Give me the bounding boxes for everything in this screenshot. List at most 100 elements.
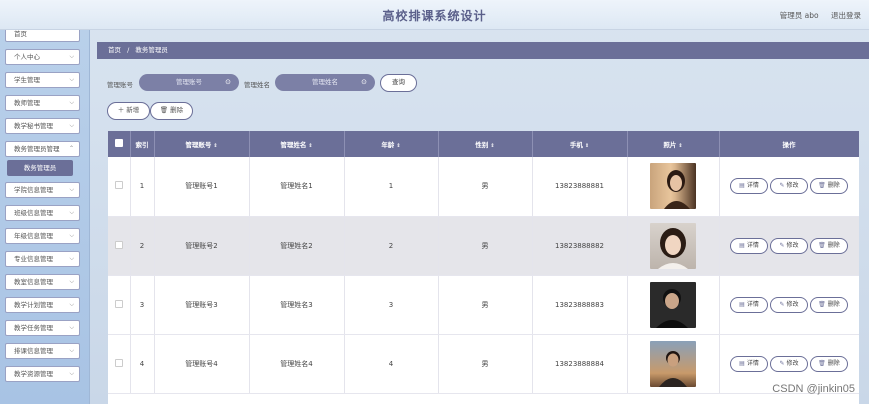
sidebar-item-grade[interactable]: 年级信息管理 ⌵ — [5, 228, 80, 244]
admin-photo — [650, 281, 696, 328]
header-photo[interactable]: 照片 ⇕ — [627, 131, 720, 157]
sidebar-subitem-admin[interactable]: 教务管理员 — [7, 160, 73, 176]
cell-photo — [627, 157, 720, 217]
detail-icon: ▤ — [739, 359, 745, 367]
header-index: 索引 — [130, 131, 155, 157]
table-row: 2 管理账号2 管理姓名2 2 男 13823888882 ▤ 详情 ✎ 修改 🗑 删除 — [108, 216, 859, 276]
edit-button[interactable]: ✎ 修改 — [770, 178, 808, 195]
plus-icon: ＋ — [117, 106, 127, 114]
sidebar-item-admins[interactable]: 教务管理员管理 ⌃ — [5, 141, 80, 157]
row-checkbox[interactable] — [114, 358, 123, 367]
cell-gender: 男 — [438, 157, 533, 217]
sidebar-item-label: 教学秘书管理 — [14, 122, 53, 130]
sidebar-item-label: 学生管理 — [14, 76, 40, 84]
delete-button[interactable]: 🗑 删除 — [810, 237, 848, 254]
query-button[interactable]: 查询 — [380, 74, 417, 92]
header-name[interactable]: 管理姓名 ⇕ — [249, 131, 345, 157]
chevron-down-icon: ⌵ — [69, 53, 74, 60]
sidebar-item-plan[interactable]: 教学计划管理 ⌵ — [5, 297, 80, 313]
detail-label: 详情 — [746, 182, 759, 190]
delete-button[interactable]: 🗑 删除 — [810, 355, 848, 372]
pencil-icon: ✎ — [779, 241, 785, 249]
delete-label: 删除 — [827, 359, 840, 367]
edit-label: 修改 — [786, 182, 799, 190]
header-age[interactable]: 年龄 ⇕ — [344, 131, 439, 157]
header-account[interactable]: 管理账号 ⇕ — [154, 131, 250, 157]
watermark: CSDN @jinkin05 — [772, 383, 855, 395]
chevron-down-icon: ⌵ — [69, 301, 74, 308]
detail-button[interactable]: ▤ 详情 — [730, 178, 768, 195]
edit-label: 修改 — [786, 300, 799, 308]
sidebar-item-teachers[interactable]: 教师管理 ⌵ — [5, 95, 80, 111]
bulk-delete-label: 删除 — [170, 106, 184, 114]
cell-photo — [627, 216, 720, 276]
cell-phone: 13823888883 — [532, 275, 628, 335]
header-gender[interactable]: 性别 ⇕ — [438, 131, 533, 157]
breadcrumb-separator: / — [127, 46, 130, 54]
sidebar-item-classroom[interactable]: 教室信息管理 ⌵ — [5, 274, 80, 290]
detail-button[interactable]: ▤ 详情 — [730, 296, 768, 313]
portrait-image — [658, 227, 688, 269]
admin-photo — [650, 340, 696, 387]
chevron-down-icon: ⌵ — [69, 186, 74, 193]
chevron-down-icon: ⌵ — [69, 370, 74, 377]
chevron-down-icon: ⌵ — [69, 255, 74, 262]
edit-button[interactable]: ✎ 修改 — [770, 355, 808, 372]
sidebar-item-college[interactable]: 学院信息管理 ⌵ — [5, 182, 80, 198]
sidebar-item-major[interactable]: 专业信息管理 ⌵ — [5, 251, 80, 267]
cell-account: 管理账号3 — [154, 275, 250, 335]
sidebar-item-secretaries[interactable]: 教学秘书管理 ⌵ — [5, 118, 80, 134]
cell-ops: ▤ 详情 ✎ 修改 🗑 删除 — [719, 275, 859, 335]
cell-ops: ▤ 详情 ✎ 修改 🗑 删除 — [719, 157, 859, 217]
sidebar-item-home[interactable]: 首页 — [5, 30, 80, 42]
account-search-input[interactable]: 管理账号 ⊙ — [139, 74, 239, 91]
delete-button[interactable]: 🗑 删除 — [810, 178, 848, 195]
cell-account: 管理账号4 — [154, 334, 250, 394]
sort-icon: ⇕ — [678, 143, 683, 149]
sort-icon: ⇕ — [490, 143, 495, 149]
logout-link[interactable]: 退出登录 — [831, 11, 861, 20]
sort-icon: ⇕ — [584, 143, 590, 149]
detail-button[interactable]: ▤ 详情 — [730, 355, 768, 372]
row-select-cell — [108, 216, 131, 276]
breadcrumb-home[interactable]: 首页 — [108, 46, 121, 54]
sidebar-item-label: 年级信息管理 — [14, 232, 53, 240]
header-photo-label: 照片 — [663, 141, 677, 149]
edit-button[interactable]: ✎ 修改 — [770, 296, 808, 313]
header-ops: 操作 — [719, 131, 859, 157]
row-checkbox[interactable] — [114, 299, 123, 308]
chevron-down-icon: ⌵ — [69, 76, 74, 83]
sidebar-item-task[interactable]: 教学任务管理 ⌵ — [5, 320, 80, 336]
bulk-delete-button[interactable]: 🗑 删除 — [150, 102, 193, 120]
cell-phone: 13823888882 — [532, 216, 628, 276]
app-title: 高校排课系统设计 — [382, 9, 487, 23]
portrait-image — [656, 288, 688, 328]
sidebar-item-resource[interactable]: 教学资源管理 ⌵ — [5, 366, 80, 382]
sidebar-item-schedule[interactable]: 排课信息管理 ⌵ — [5, 343, 80, 359]
trash-icon: 🗑 — [818, 182, 826, 190]
cell-index: 3 — [130, 275, 155, 335]
name-search-input[interactable]: 管理姓名 ⊙ — [275, 74, 375, 91]
cell-ops: ▤ 详情 ✎ 修改 🗑 删除 — [719, 216, 859, 276]
select-all-checkbox[interactable] — [114, 139, 123, 147]
cell-index: 2 — [130, 216, 155, 276]
row-checkbox[interactable] — [114, 240, 123, 249]
header-account-label: 管理账号 — [185, 141, 212, 149]
row-checkbox[interactable] — [114, 181, 123, 190]
delete-button[interactable]: 🗑 删除 — [810, 296, 848, 313]
detail-button[interactable]: ▤ 详情 — [730, 237, 768, 254]
sidebar-item-students[interactable]: 学生管理 ⌵ — [5, 72, 80, 88]
cell-index: 1 — [130, 157, 155, 217]
cell-name: 管理姓名3 — [249, 275, 345, 335]
row-select-cell — [108, 334, 131, 394]
sidebar-item-profile[interactable]: 个人中心 ⌵ — [5, 49, 80, 65]
sidebar-item-class[interactable]: 班级信息管理 ⌵ — [5, 205, 80, 221]
header-phone[interactable]: 手机 ⇕ — [532, 131, 628, 157]
delete-label: 删除 — [827, 300, 840, 308]
detail-label: 详情 — [746, 300, 759, 308]
add-button[interactable]: ＋ 新增 — [107, 102, 150, 120]
header-name-label: 管理姓名 — [280, 141, 307, 149]
edit-button[interactable]: ✎ 修改 — [770, 237, 808, 254]
sidebar-item-label: 班级信息管理 — [14, 209, 53, 217]
table-header-row: 索引 管理账号 ⇕ 管理姓名 ⇕ 年龄 ⇕ 性别 ⇕ 手机 ⇕ 照片 ⇕ 操作 — [108, 131, 859, 157]
